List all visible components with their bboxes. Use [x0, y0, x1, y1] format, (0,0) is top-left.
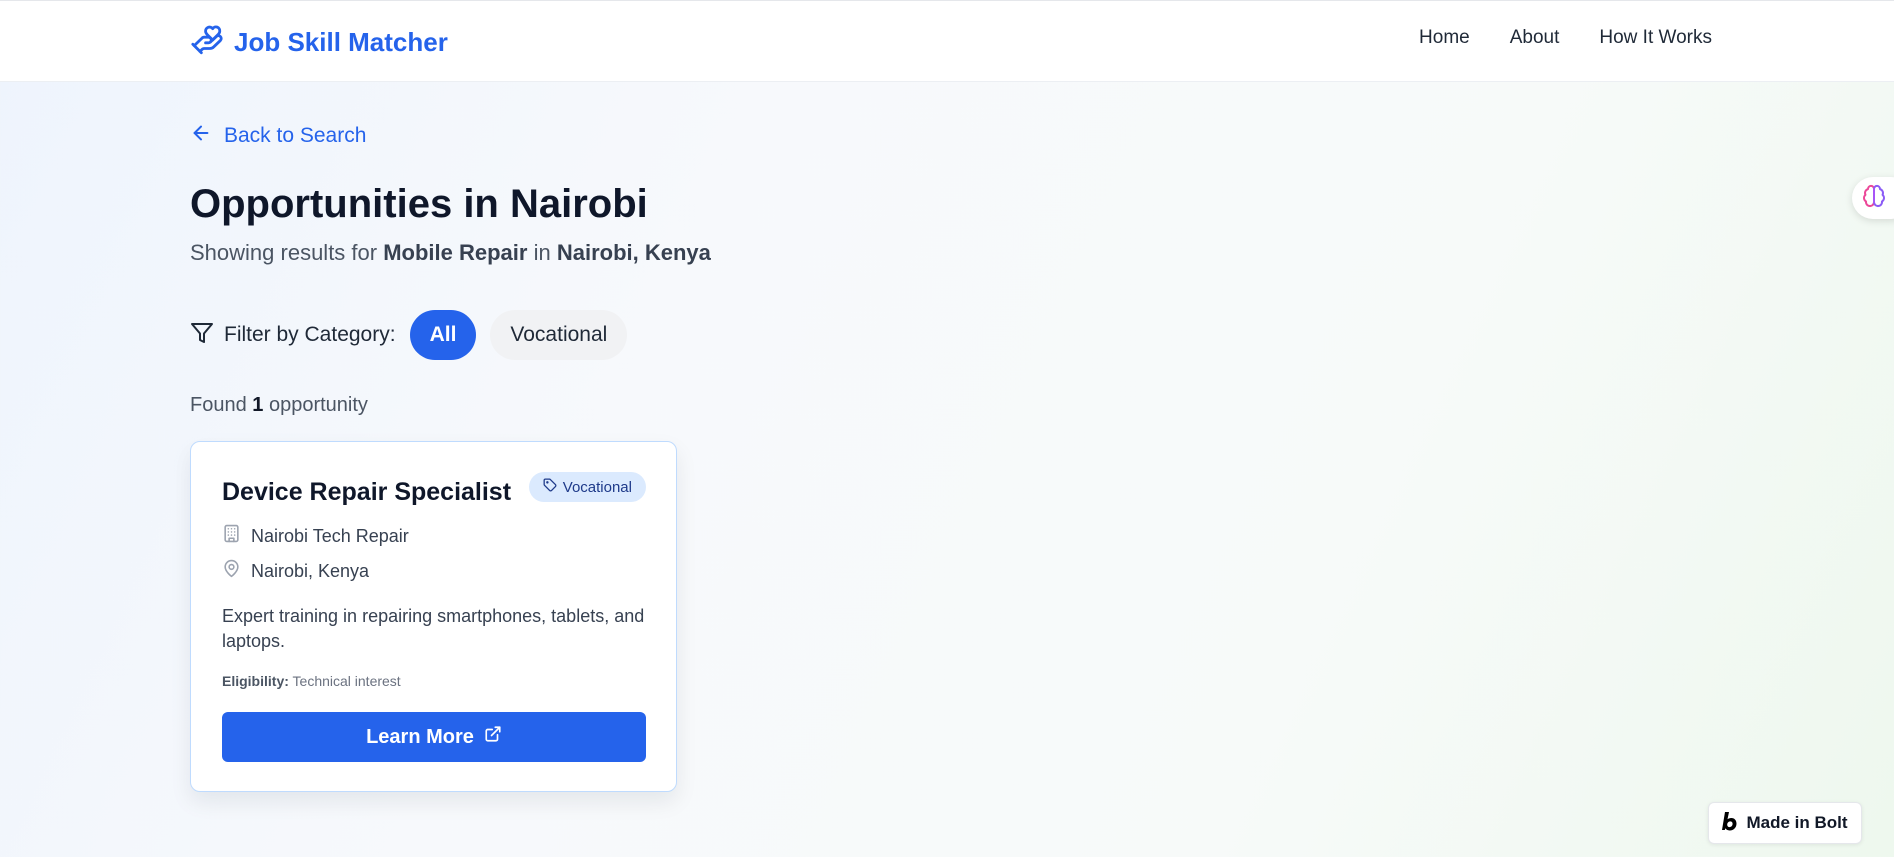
filter-all-button[interactable]: All — [409, 310, 477, 360]
back-to-search-link[interactable]: Back to Search — [190, 122, 366, 150]
top-navbar: Job Skill Matcher Home About How It Work… — [0, 0, 1894, 82]
learn-more-button[interactable]: Learn More — [222, 712, 646, 762]
found-count: 1 — [252, 394, 264, 416]
back-link-label: Back to Search — [224, 124, 367, 147]
nav-how-it-works-link[interactable]: How It Works — [1599, 27, 1712, 49]
eligibility-label: Eligibility: — [222, 673, 289, 689]
category-filter: Filter by Category: All Vocational — [190, 310, 641, 360]
subtitle-prefix: Showing results for — [190, 240, 378, 265]
found-prefix: Found — [190, 394, 247, 416]
company-name: Nairobi Tech Repair — [251, 525, 409, 546]
brand-logo[interactable]: Job Skill Matcher — [190, 23, 448, 62]
subtitle-skill: Mobile Repair — [383, 240, 528, 265]
eligibility-value: Technical interest — [292, 673, 401, 689]
results-subtitle: Showing results for Mobile Repair in Nai… — [190, 240, 711, 266]
location-text: Nairobi, Kenya — [251, 560, 370, 581]
eligibility-line: Eligibility: Technical interest — [222, 673, 401, 689]
map-pin-icon — [222, 559, 241, 583]
found-suffix: opportunity — [268, 394, 368, 416]
opportunity-description: Expert training in repairing smartphones… — [222, 606, 645, 651]
filter-vocational-button[interactable]: Vocational — [490, 310, 628, 360]
subtitle-mid: in — [533, 240, 551, 265]
opportunity-card: Device Repair Specialist Vocational Nair… — [190, 441, 677, 792]
building-icon — [222, 524, 241, 548]
nav-home-link[interactable]: Home — [1419, 27, 1470, 49]
brain-icon — [1862, 184, 1886, 213]
bolt-logo-icon — [1722, 811, 1740, 836]
filter-icon — [190, 321, 214, 350]
category-badge-label: Vocational — [562, 478, 632, 496]
category-badge: Vocational — [528, 472, 646, 502]
results-count: Found 1 opportunity — [190, 394, 368, 417]
filter-label: Filter by Category: — [224, 323, 396, 346]
nav-about-link[interactable]: About — [1510, 27, 1560, 49]
made-in-bolt-badge[interactable]: Made in Bolt — [1708, 802, 1862, 844]
location-row: Nairobi, Kenya — [222, 559, 369, 583]
page-title: Opportunities in Nairobi — [190, 182, 648, 226]
made-in-bolt-label: Made in Bolt — [1746, 813, 1848, 832]
opportunity-title: Device Repair Specialist — [222, 478, 512, 506]
company-row: Nairobi Tech Repair — [222, 524, 409, 548]
arrow-left-icon — [190, 122, 212, 150]
external-link-icon — [484, 725, 502, 749]
subtitle-location: Nairobi, Kenya — [556, 240, 711, 265]
hand-heart-icon — [190, 23, 224, 62]
tag-icon — [543, 478, 557, 496]
ai-assistant-widget[interactable] — [1852, 177, 1894, 219]
main-nav: Home About How It Works — [1419, 27, 1712, 49]
learn-more-label: Learn More — [366, 725, 474, 748]
brand-name: Job Skill Matcher — [234, 27, 448, 57]
